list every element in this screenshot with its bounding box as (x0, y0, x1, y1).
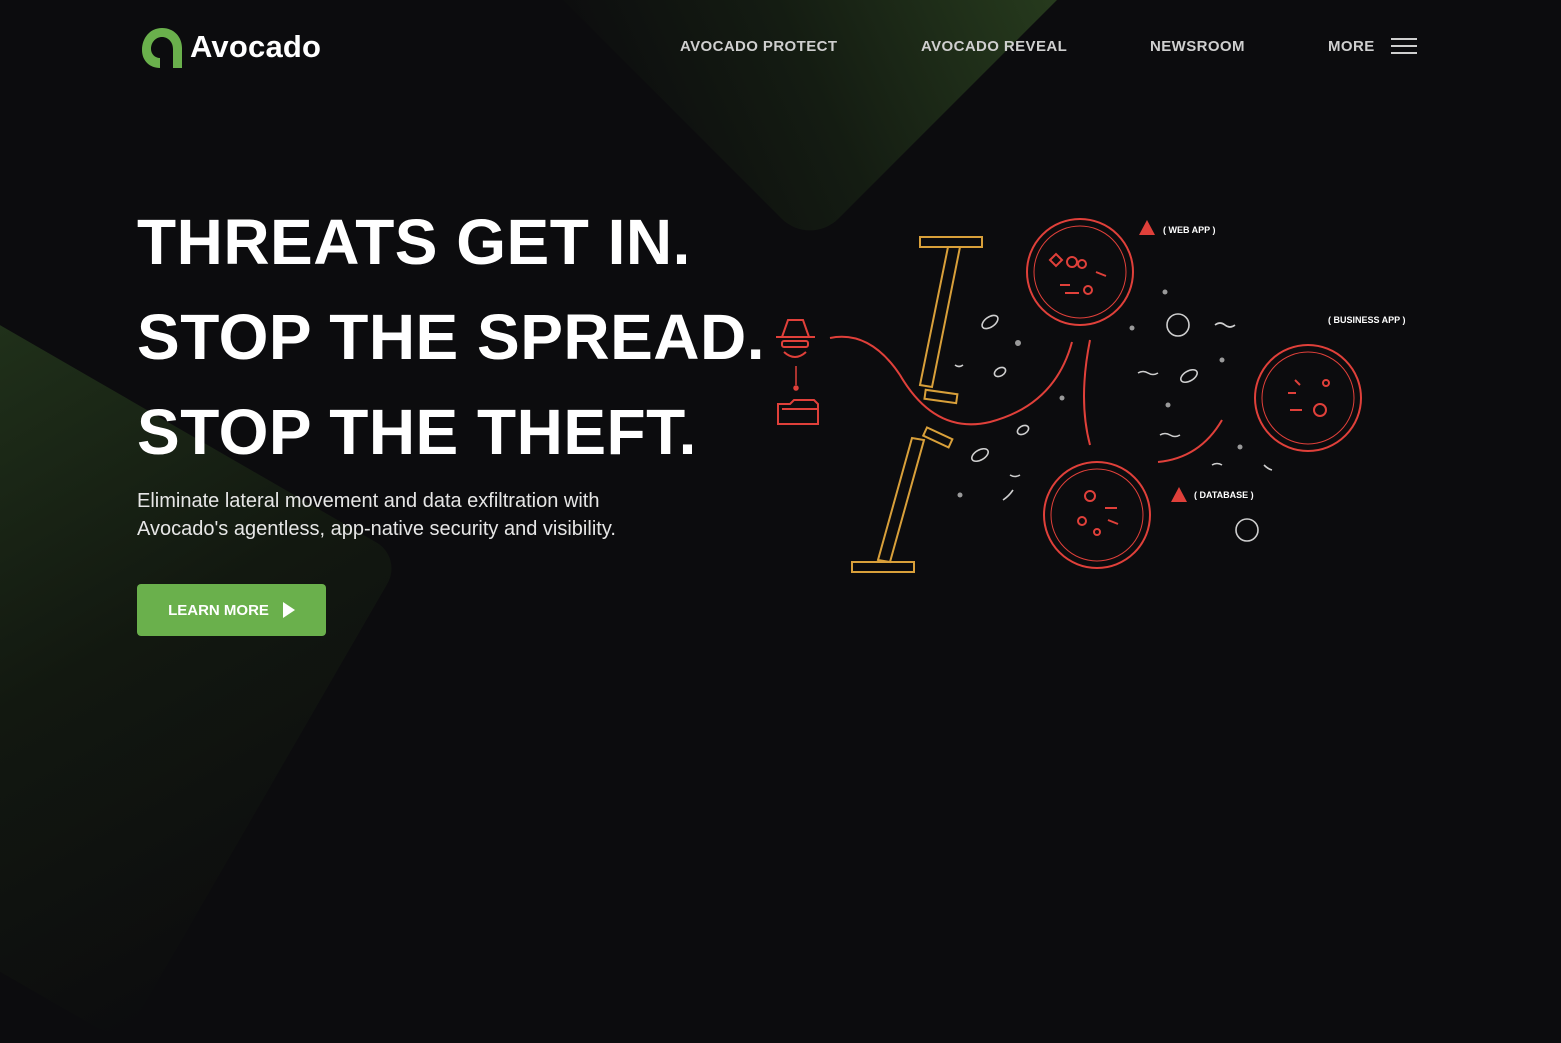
hero-headline: THREATS GET IN. STOP THE SPREAD. STOP TH… (137, 195, 765, 480)
business-app-label: ( BUSINESS APP ) (1328, 315, 1406, 325)
learn-more-button[interactable]: LEARN MORE (137, 584, 326, 636)
folder-icon (777, 399, 819, 425)
firewall-barrier-icon (851, 236, 983, 573)
avocado-logo[interactable]: Avocado (138, 24, 321, 70)
play-arrow-icon (282, 602, 295, 618)
security-illustration: ( WEB APP ) ( BUSINESS APP ) ( DATABASE … (776, 218, 1406, 573)
hamburger-icon[interactable] (1391, 38, 1417, 54)
hero-subtitle: Eliminate lateral movement and data exfi… (137, 487, 757, 543)
business-app-node (1254, 344, 1362, 452)
brand-name: Avocado (190, 29, 322, 64)
hacker-icon (776, 319, 815, 358)
nav-link-more[interactable]: MORE (1328, 38, 1375, 55)
warning-triangle-icon (1139, 220, 1155, 235)
web-app-label: ( WEB APP ) (1163, 225, 1216, 235)
learn-more-label: LEARN MORE (168, 601, 269, 619)
web-app-node (1026, 218, 1134, 326)
headline-line-1: THREATS GET IN. (137, 206, 691, 278)
nav-link-avocado-protect[interactable]: AVOCADO PROTECT (680, 38, 837, 55)
top-navigation: Avocado AVOCADO PROTECT AVOCADO REVEAL N… (0, 0, 1561, 95)
warning-triangle-icon (1171, 487, 1187, 502)
subtitle-line-2: Avocado's agentless, app-native security… (137, 518, 616, 540)
subtitle-line-1: Eliminate lateral movement and data exfi… (137, 490, 600, 512)
nav-link-avocado-reveal[interactable]: AVOCADO REVEAL (921, 38, 1067, 55)
attack-path-lines (829, 335, 1223, 463)
avocado-logo-icon (142, 28, 182, 68)
arrow-down-icon (793, 366, 799, 391)
database-label: ( DATABASE ) (1194, 490, 1254, 500)
network-particles (954, 313, 1273, 542)
database-node (1043, 461, 1151, 569)
nav-link-newsroom[interactable]: NEWSROOM (1150, 38, 1245, 55)
headline-line-2: STOP THE SPREAD. (137, 301, 765, 373)
headline-line-3: STOP THE THEFT. (137, 396, 697, 468)
